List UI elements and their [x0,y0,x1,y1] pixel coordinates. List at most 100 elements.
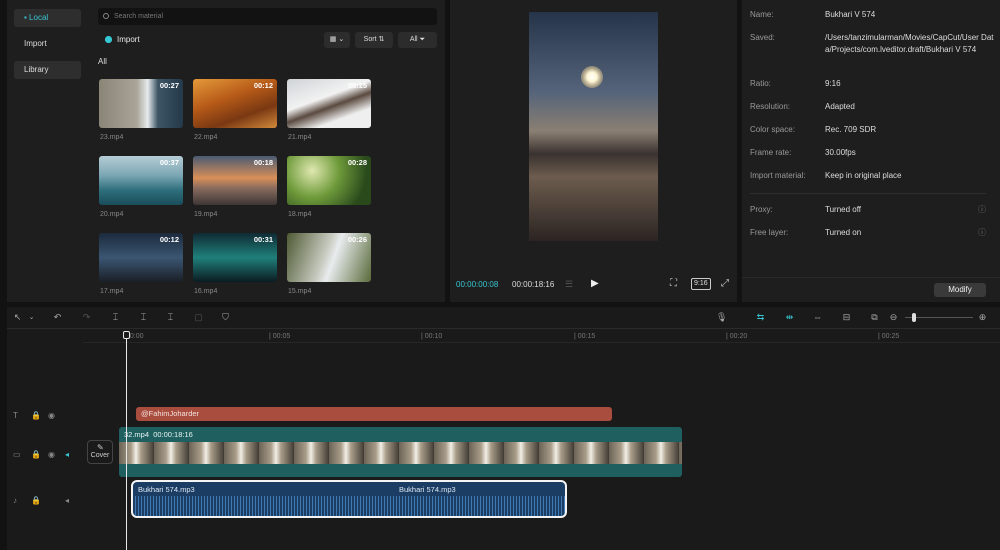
duration-badge: 00:12 [253,81,273,90]
total-timecode: 00:00:18:16 [512,280,555,289]
video-clip-header: 32.mp4 00:00:18:16 [124,430,193,439]
eye-icon[interactable]: ◉ [48,411,55,420]
undo-icon[interactable]: ↶ [52,312,63,323]
media-thumb[interactable]: 00:12 [193,79,277,128]
zoom-in-icon[interactable]: ⊕ [977,312,988,323]
redo-icon[interactable]: ↷ [81,312,92,323]
lock-icon[interactable]: 🔒 [31,411,41,420]
search-placeholder: Search material [114,13,164,20]
player-panel: 00:00:00:08 00:00:18:16 ☰ ▶ ⛶ 9:16 ⤢ [450,0,737,302]
media-thumb[interactable]: 00:31 [193,233,277,282]
music-track-icon: ♪ [13,496,17,505]
shield-icon[interactable]: ⛉ [220,312,231,323]
chevron-down-icon[interactable]: ⌄ [26,312,37,323]
view-toggle-button[interactable]: ▦ ⌄ [324,32,350,48]
ratio-button[interactable]: 9:16 [691,278,711,290]
fullscreen-icon[interactable]: ⤢ [721,278,729,289]
media-thumb[interactable]: 00:12 [99,233,183,282]
media-name: 20.mp4 [100,211,124,218]
media-thumb[interactable]: 00:37 [99,156,183,205]
lock-icon[interactable]: 🔒 [31,450,41,459]
filter-button[interactable]: All ⏷ [398,32,437,48]
details-panel: Name: Bukhari V 574 Saved: /Users/tanzim… [742,0,1000,302]
sort-button[interactable]: Sort ⇅ [355,32,393,48]
detail-value: Turned off [825,205,862,214]
lock-icon[interactable]: 🔒 [31,496,41,505]
crop-icon[interactable]: ▢ [193,312,204,323]
timeline-panel: ↖ ⌄ ↶ ↷ ⌶ ⌶ ⌶ ▢ ⛉ 🎙 ⇆ ⇹ ⇔ ⊟ ⧉ ⊖ ⊕ 00:00 … [7,307,1000,550]
zoom-slider[interactable] [905,313,973,322]
media-thumb[interactable]: 00:15 [287,79,371,128]
zoom-slider-handle[interactable] [912,313,916,322]
microphone-icon[interactable]: 🎙 [716,312,727,323]
playhead[interactable] [126,331,127,550]
import-button[interactable]: Import [98,31,150,48]
text-clip[interactable]: @FahimJoharder [136,407,612,421]
zoom-out-icon[interactable]: ⊖ [888,312,899,323]
pencil-icon: ✎ [97,443,104,452]
fit-icon[interactable]: ⛶ [670,278,677,289]
video-clip[interactable]: 32.mp4 00:00:18:16 [119,427,682,477]
detail-label: Proxy: [750,205,773,214]
detail-value: Adapted [825,102,855,111]
search-input[interactable]: Search material [98,8,437,25]
media-sidebar: ▪ Local Import Library [7,0,89,302]
audio-clip[interactable]: Bukhari 574.mp3 Bukhari 574.mp3 [131,480,567,518]
info-icon[interactable]: ⓘ [978,227,986,238]
duration-badge: 00:31 [253,235,273,244]
video-preview[interactable] [529,12,658,241]
media-thumb[interactable]: 00:27 [99,79,183,128]
speaker-icon[interactable]: ◂ [65,496,69,505]
detail-label: Ratio: [750,79,771,88]
duration-badge: 00:18 [253,158,273,167]
detail-value: 9:16 [825,79,841,88]
media-thumb[interactable]: 00:28 [287,156,371,205]
detail-label: Resolution: [750,102,791,111]
detail-label: Color space: [750,125,795,134]
sidebar-item-local[interactable]: ▪ Local [14,9,81,27]
ruler-label: | 00:05 [269,333,291,340]
filter-label: All [409,36,418,43]
detail-label: Saved: [750,33,775,42]
import-label: Import [117,35,140,44]
delete-left-icon[interactable]: ⌶ [138,312,149,323]
modify-button[interactable]: Modify [934,283,986,297]
eye-icon[interactable]: ◉ [48,450,55,459]
split-icon[interactable]: ⌶ [110,312,121,323]
screen-icon[interactable]: ⧉ [869,312,880,323]
ruler-label: | 00:25 [878,333,900,340]
ruler-label: | 00:20 [726,333,748,340]
duration-badge: 00:27 [159,81,179,90]
cover-label: Cover [90,452,110,459]
audio-clip-label: Bukhari 574.mp3 [399,485,456,494]
divider [742,277,1000,278]
audio-toggle-icon[interactable]: ◂ [65,450,69,459]
detail-label: Name: [750,10,774,19]
info-icon[interactable]: ⓘ [978,204,986,215]
divider [750,193,986,194]
media-thumb[interactable]: 00:26 [287,233,371,282]
playhead-handle[interactable] [123,331,130,339]
duration-badge: 00:37 [159,158,179,167]
sidebar-item-library[interactable]: Library [14,61,81,79]
magnet-icon[interactable]: ⇆ [755,312,766,323]
detail-label: Import material: [750,171,806,180]
ruler-label: | 00:15 [574,333,596,340]
linkage-icon[interactable]: ⇹ [784,312,795,323]
media-name: 17.mp4 [100,288,124,295]
audio-clip-label: Bukhari 574.mp3 [138,485,195,494]
video-track-icon: ▭ [13,450,21,459]
media-panel: Search material Import ▦ ⌄ Sort ⇅ All ⏷ … [89,0,445,302]
play-icon[interactable]: ▶ [591,278,599,289]
cover-button[interactable]: ✎ Cover [87,440,113,464]
section-label: All [98,57,107,66]
sidebar-item-import[interactable]: Import [14,35,81,53]
preview-axis-icon[interactable]: ⇔ [812,312,823,323]
detail-label: Frame rate: [750,148,792,157]
select-tool-icon[interactable]: ↖ [12,312,23,323]
align-icon[interactable]: ⊟ [841,312,852,323]
media-thumb[interactable]: 00:18 [193,156,277,205]
delete-right-icon[interactable]: ⌶ [165,312,176,323]
duration-badge: 00:15 [347,81,367,90]
timeline-grid-icon[interactable]: ☰ [565,279,573,290]
